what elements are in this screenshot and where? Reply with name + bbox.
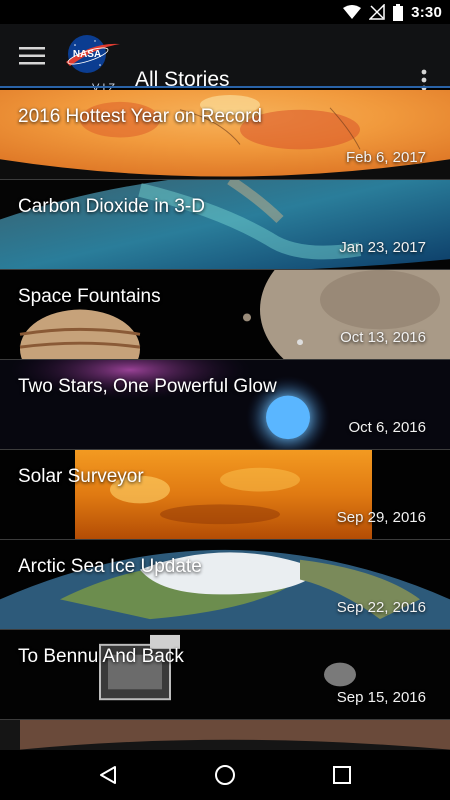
story-date: Sep 15, 2016 (336, 689, 426, 706)
nasa-logo: NASA (66, 35, 120, 73)
app-bar: NASA VIZ All Stories (0, 24, 450, 94)
recents-button[interactable] (318, 751, 366, 799)
story-card[interactable]: Space Fountains Oct 13, 2016 (0, 270, 450, 360)
story-title: To Bennu And Back (18, 646, 184, 667)
battery-icon (393, 3, 404, 21)
status-time: 3:30 (411, 3, 442, 21)
story-card[interactable]: Solar Surveyor Sep 29, 2016 (0, 450, 450, 540)
story-date: Jan 23, 2017 (339, 239, 426, 256)
wifi-icon (343, 5, 362, 19)
story-title: Arctic Sea Ice Update (18, 556, 202, 577)
status-icons: 3:30 (343, 0, 442, 24)
story-thumbnail (0, 720, 450, 750)
app-bar-divider (0, 86, 450, 88)
status-bar: 3:30 (0, 0, 450, 24)
menu-button[interactable] (10, 34, 54, 78)
story-card[interactable]: Carbon Dioxide in 3-D Jan 23, 2017 (0, 180, 450, 270)
home-icon (214, 765, 235, 785)
story-card[interactable]: To Bennu And Back Sep 15, 2016 (0, 630, 450, 720)
story-title: 2016 Hottest Year on Record (18, 106, 263, 127)
story-date: Oct 13, 2016 (340, 329, 426, 346)
story-list[interactable]: 2016 Hottest Year on Record Feb 6, 2017 … (0, 90, 450, 750)
story-title: Solar Surveyor (18, 466, 144, 487)
story-title: Carbon Dioxide in 3-D (18, 196, 205, 217)
menu-icon (19, 47, 45, 65)
story-card[interactable]: Arctic Sea Ice Update Sep 22, 2016 (0, 540, 450, 630)
story-card[interactable]: 2016 Hottest Year on Record Feb 6, 2017 (0, 90, 450, 180)
story-date: Sep 22, 2016 (336, 599, 426, 616)
navigation-bar (0, 750, 450, 800)
story-card[interactable]: Two Stars, One Powerful Glow Oct 6, 2016 (0, 360, 450, 450)
no-signal-icon (369, 4, 385, 20)
back-button[interactable] (84, 751, 132, 799)
home-button[interactable] (201, 751, 249, 799)
story-title: Two Stars, One Powerful Glow (18, 376, 277, 397)
recents-icon (332, 766, 351, 784)
page-title: All Stories (135, 68, 230, 91)
story-card[interactable] (0, 720, 450, 750)
story-date: Sep 29, 2016 (336, 509, 426, 526)
svg-text:NASA: NASA (73, 49, 101, 60)
back-icon (100, 766, 117, 784)
story-date: Feb 6, 2017 (345, 149, 426, 166)
story-date: Oct 6, 2016 (348, 419, 426, 436)
story-title: Space Fountains (18, 286, 161, 307)
